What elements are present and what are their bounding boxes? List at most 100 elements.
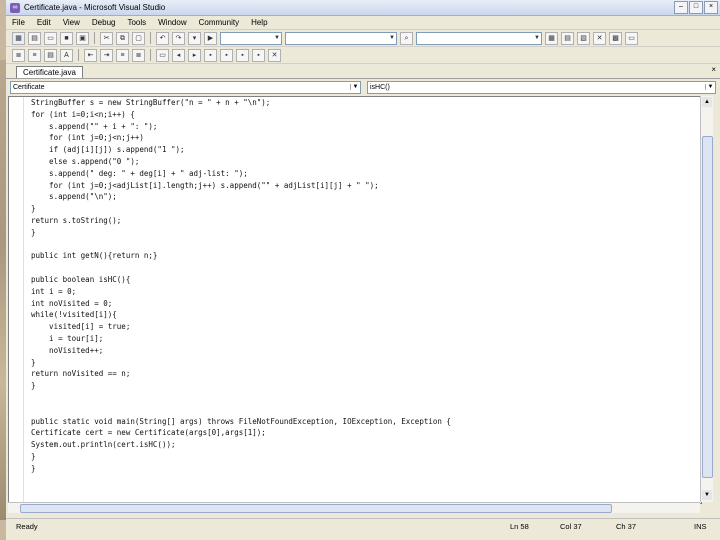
scroll-down-icon[interactable]: ▼ <box>702 490 712 500</box>
properties-icon[interactable]: ▤ <box>561 31 574 45</box>
code-line: noVisited++; <box>31 345 104 355</box>
next-bookmark-icon[interactable]: ▸ <box>188 48 201 62</box>
menu-help[interactable]: Help <box>251 18 267 27</box>
solution-explorer-icon[interactable]: ▦ <box>545 31 558 45</box>
toolbox-icon[interactable]: ✕ <box>593 31 606 45</box>
redo-icon[interactable]: ↷ <box>172 31 185 45</box>
code-line: for (int j=0;j<n;j++) <box>31 133 144 143</box>
status-insert-mode: INS <box>694 522 707 531</box>
tab-certificate-java[interactable]: Certificate.java <box>16 66 83 78</box>
code-line: if (adj[i][j]) s.append("1 "); <box>31 145 185 155</box>
open-file-icon[interactable]: ▭ <box>44 31 57 45</box>
code-text[interactable]: StringBuffer s = new StringBuffer("n = "… <box>31 97 451 475</box>
vertical-scrollbar[interactable]: ▲ ▼ <box>700 96 713 502</box>
class-combo-value: Certificate <box>13 83 45 91</box>
code-line: else s.append("0 "); <box>31 156 140 166</box>
class-combo[interactable]: Certificate ▼ <box>10 80 361 94</box>
toolbar-separator <box>94 32 95 44</box>
previous-bookmark-icon[interactable]: ◂ <box>172 48 185 62</box>
scrollbar-thumb[interactable] <box>702 136 713 478</box>
toolbar-separator <box>150 32 151 44</box>
status-ready: Ready <box>16 522 38 531</box>
code-line: StringBuffer s = new StringBuffer("n = "… <box>31 98 271 107</box>
member-combo-value: isHC() <box>370 83 390 91</box>
save-all-icon[interactable]: ▣ <box>76 31 89 45</box>
find-combo[interactable]: ▼ <box>416 31 542 45</box>
menu-edit[interactable]: Edit <box>37 18 51 27</box>
prev-bookmark-folder-icon[interactable]: ▪ <box>204 48 217 62</box>
code-line: } <box>31 357 36 367</box>
comment-icon[interactable]: ≡ <box>116 48 129 62</box>
close-icon[interactable]: × <box>711 65 716 74</box>
minimize-icon[interactable]: – <box>674 1 688 14</box>
maximize-icon[interactable]: □ <box>689 1 703 14</box>
window-title: Certificate.java - Microsoft Visual Stud… <box>24 3 166 12</box>
close-icon[interactable]: × <box>704 1 718 14</box>
solution-config-combo[interactable]: ▼ <box>220 31 282 45</box>
document-tab-strip: Certificate.java × <box>6 64 720 79</box>
code-line: } <box>31 204 36 214</box>
menu-tools[interactable]: Tools <box>127 18 146 27</box>
menu-community[interactable]: Community <box>199 18 239 27</box>
code-line: s.append(" deg: " + deg[i] + " adj-list:… <box>31 168 248 178</box>
save-icon[interactable]: ■ <box>60 31 73 45</box>
start-debug-icon[interactable]: ▶ <box>204 31 217 45</box>
clear-bookmarks-icon[interactable]: ✕ <box>268 48 281 62</box>
chevron-down-icon: ▼ <box>705 84 715 90</box>
code-editor[interactable]: StringBuffer s = new StringBuffer("n = "… <box>8 96 702 504</box>
chevron-down-icon: ▼ <box>389 35 395 41</box>
next-bookmark-folder-icon[interactable]: ▪ <box>220 48 233 62</box>
quick-info-icon[interactable]: ▤ <box>44 48 57 62</box>
undo-icon[interactable]: ↶ <box>156 31 169 45</box>
horizontal-scrollbar[interactable] <box>8 502 700 513</box>
navigate-icon[interactable]: ▾ <box>188 31 201 45</box>
scroll-up-icon[interactable]: ▲ <box>702 97 712 107</box>
code-line: return noVisited == n; <box>31 369 131 379</box>
code-line: while(!visited[i]){ <box>31 310 117 320</box>
scrollbar-thumb[interactable] <box>20 504 612 513</box>
member-combo[interactable]: isHC() ▼ <box>367 80 716 94</box>
menu-window[interactable]: Window <box>158 18 186 27</box>
copy-icon[interactable]: ⧉ <box>116 31 129 45</box>
uncomment-icon[interactable]: ≣ <box>132 48 145 62</box>
code-line: Certificate cert = new Certificate(args[… <box>31 428 266 438</box>
find-icon[interactable]: ⌕ <box>400 31 413 45</box>
new-project-icon[interactable]: ▦ <box>12 31 25 45</box>
code-line: public static void main(String[] args) t… <box>31 416 451 426</box>
increase-indent-icon[interactable]: ⇥ <box>100 48 113 62</box>
next-bookmark-doc-icon[interactable]: ▪ <box>252 48 265 62</box>
menu-file[interactable]: File <box>12 18 25 27</box>
toggle-bookmark-icon[interactable]: ▭ <box>156 48 169 62</box>
status-char: Ch 37 <box>616 522 637 531</box>
chevron-down-icon: ▼ <box>534 35 540 41</box>
prev-bookmark-doc-icon[interactable]: ▪ <box>236 48 249 62</box>
toolbar-separator <box>150 49 151 61</box>
start-page-icon[interactable]: ▩ <box>609 31 622 45</box>
menu-bar: File Edit View Debug Tools Window Commun… <box>6 16 720 30</box>
decrease-indent-icon[interactable]: ⇤ <box>84 48 97 62</box>
code-line: } <box>31 463 36 473</box>
standard-toolbar: ▦ ▤ ▭ ■ ▣ ✂ ⧉ ▢ ↶ ↷ ▾ ▶ ▼ ▼ ⌕ ▼ ▦ ▤ ▧ ✕ … <box>6 30 720 47</box>
editor-gutter <box>9 97 24 503</box>
parameter-info-icon[interactable]: ≡ <box>28 48 41 62</box>
menu-debug[interactable]: Debug <box>92 18 116 27</box>
platform-combo[interactable]: ▼ <box>285 31 397 45</box>
menu-view[interactable]: View <box>63 18 80 27</box>
member-list-icon[interactable]: ≣ <box>12 48 25 62</box>
code-line: public boolean isHC(){ <box>31 274 131 284</box>
options-icon[interactable]: ▭ <box>625 31 638 45</box>
toolbar-separator <box>78 49 79 61</box>
code-line: int i = 0; <box>31 286 77 296</box>
add-item-icon[interactable]: ▤ <box>28 31 41 45</box>
paste-icon[interactable]: ▢ <box>132 31 145 45</box>
complete-word-icon[interactable]: A <box>60 48 73 62</box>
cut-icon[interactable]: ✂ <box>100 31 113 45</box>
code-line: for (int i=0;i<n;i++) { <box>31 109 135 119</box>
status-column: Col 37 <box>560 522 582 531</box>
object-browser-icon[interactable]: ▧ <box>577 31 590 45</box>
chevron-down-icon: ▼ <box>350 84 360 90</box>
